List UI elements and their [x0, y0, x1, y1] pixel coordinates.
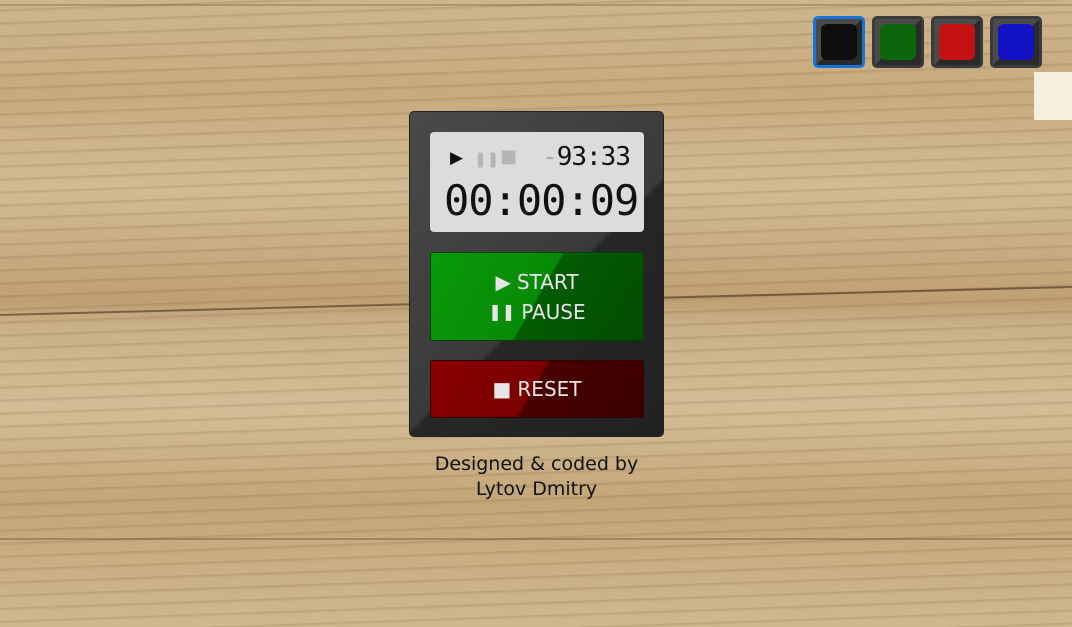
wood-plank-seam: [0, 538, 1072, 540]
pause-icon: ❚❚: [474, 150, 500, 168]
start-pause-button[interactable]: ▶ START ❚❚ PAUSE: [430, 252, 644, 341]
credit: Designed & coded by Lytov Dmitry: [434, 453, 639, 500]
stop-icon: ■: [492, 377, 512, 401]
theme-blue-button[interactable]: [990, 16, 1042, 68]
theme-switcher: [813, 16, 1042, 68]
play-icon: ▶: [450, 148, 464, 168]
theme-red-button[interactable]: [931, 16, 983, 68]
theme-green-button[interactable]: [872, 16, 924, 68]
elapsed-time: 00:00:09: [444, 176, 639, 225]
paper-note: [1034, 72, 1072, 120]
reset-button[interactable]: ■ RESET: [430, 360, 644, 418]
lcd-screen: ▶ ❚❚ ■ -93:33 00:00:09: [430, 132, 644, 232]
pause-icon: ❚❚: [488, 301, 516, 321]
lap-readout: -93:33: [542, 142, 631, 172]
wood-grain: [0, 4, 1072, 6]
play-icon: ▶: [495, 269, 511, 294]
theme-black-button[interactable]: [813, 16, 865, 68]
stop-icon: ■: [500, 146, 518, 167]
stopwatch: ▶ ❚❚ ■ -93:33 00:00:09 ▶ START ❚❚ PAUSE ■ R…: [409, 111, 664, 437]
